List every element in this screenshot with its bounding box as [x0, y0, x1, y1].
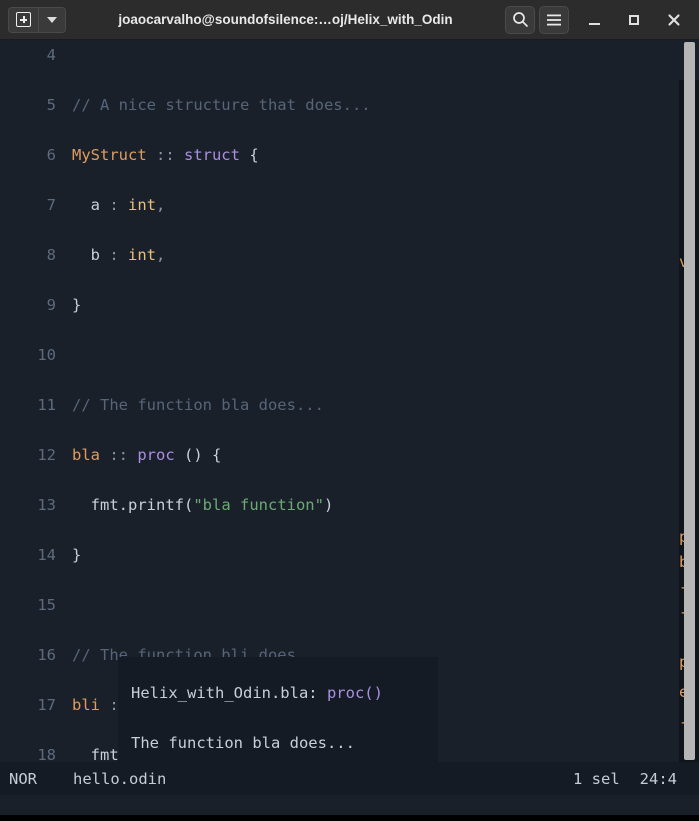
code-token: // The function bla does... — [72, 396, 324, 414]
hover-documentation-popup: Helix_with_Odin.bla: proc() The function… — [118, 657, 438, 762]
window-title: joaocarvalho@soundofsilence:…oj/Helix_wi… — [118, 12, 453, 27]
code-token: bli — [72, 696, 100, 714]
status-filename: hello.odin — [73, 769, 167, 788]
code-token: } — [72, 546, 82, 564]
line-number: 18 — [37, 746, 56, 762]
line-number: 7 — [46, 196, 56, 214]
search-icon — [512, 12, 528, 27]
line-number: 13 — [37, 496, 56, 514]
code-token: :: — [146, 146, 184, 164]
line-number: 4 — [46, 46, 56, 64]
code-token: } — [72, 296, 82, 314]
code-token: , — [156, 196, 166, 214]
code-token: { — [239, 146, 259, 164]
minimize-button[interactable] — [579, 6, 609, 34]
scrollbar-thumb[interactable] — [684, 42, 695, 760]
new-tab-dropdown-button[interactable] — [38, 6, 66, 33]
line-number: 5 — [46, 96, 56, 114]
line-number: 11 — [37, 396, 56, 414]
titlebar-right-controls — [505, 5, 699, 34]
code-token: :: — [100, 446, 138, 464]
close-icon — [668, 13, 680, 26]
popup-signature: Helix_with_Odin.bla: proc() — [131, 681, 383, 706]
status-cursor-position: 24:4 — [639, 769, 677, 788]
menu-button[interactable] — [539, 5, 569, 34]
hamburger-menu-icon — [547, 14, 561, 25]
line-number: 12 — [37, 446, 56, 464]
terminal-window: joaocarvalho@soundofsilence:…oj/Helix_wi… — [0, 0, 699, 821]
popup-doc-text: The function bla does... — [131, 734, 355, 752]
close-button[interactable] — [659, 6, 689, 34]
window-bottom-edge — [0, 815, 699, 821]
code-token: MyStruct — [72, 146, 147, 164]
editor-scrollbar[interactable] — [684, 42, 695, 760]
code-token: // A nice structure that does... — [72, 96, 371, 114]
new-tab-button[interactable] — [8, 6, 38, 33]
code-text: b : int, — [72, 243, 166, 268]
window-titlebar: joaocarvalho@soundofsilence:…oj/Helix_wi… — [0, 0, 699, 40]
minimize-icon — [588, 22, 600, 25]
status-selection-count: 1 sel — [573, 769, 620, 788]
code-text: } — [72, 293, 81, 318]
line-number: 8 — [46, 246, 56, 264]
line-number: 15 — [37, 596, 56, 614]
code-token: "bla function" — [193, 496, 324, 514]
code-text: bla :: proc () { — [72, 443, 221, 468]
code-token: ) — [323, 496, 334, 514]
code-token: struct — [183, 146, 240, 164]
status-mode: NOR — [9, 769, 37, 788]
line-number: 17 — [37, 696, 56, 714]
code-token: fmt.printf( — [72, 496, 194, 514]
code-token: , — [156, 246, 166, 264]
line-number: 6 — [46, 146, 56, 164]
line-number: 14 — [37, 546, 56, 564]
code-token: () { — [174, 446, 222, 464]
code-text: MyStruct :: struct { — [72, 143, 259, 168]
code-editor[interactable]: 4 5 // A nice structure that does... 6 MyStr… — [0, 40, 699, 762]
code-token: int — [128, 246, 156, 264]
line-number: 16 — [37, 646, 56, 664]
chevron-down-icon — [47, 16, 57, 23]
editor-statusbar: NOR hello.odin 1 sel 24:4 — [0, 762, 699, 795]
plus-box-icon — [16, 12, 31, 27]
code-token: int — [128, 196, 156, 214]
code-text: fmt.printf("bla function") — [72, 493, 334, 518]
popup-signature-symbol: Helix_with_Odin.bla: — [131, 684, 327, 702]
line-number: 10 — [37, 346, 56, 364]
code-token: : — [109, 196, 128, 214]
titlebar-left-controls — [0, 6, 66, 33]
code-token: b — [72, 246, 110, 264]
maximize-icon — [629, 14, 639, 25]
code-token: proc — [137, 446, 175, 464]
line-number: 9 — [46, 296, 56, 314]
code-text: // The function bla does... — [72, 393, 324, 418]
code-token: : — [109, 246, 128, 264]
code-token: a — [72, 196, 110, 214]
code-text: } — [72, 543, 81, 568]
popup-signature-type: proc() — [326, 684, 383, 702]
code-text: // A nice structure that does... — [72, 93, 371, 118]
search-button[interactable] — [505, 5, 535, 34]
maximize-button[interactable] — [619, 6, 649, 34]
code-token: bla — [72, 446, 100, 464]
code-text: a : int, — [72, 193, 166, 218]
